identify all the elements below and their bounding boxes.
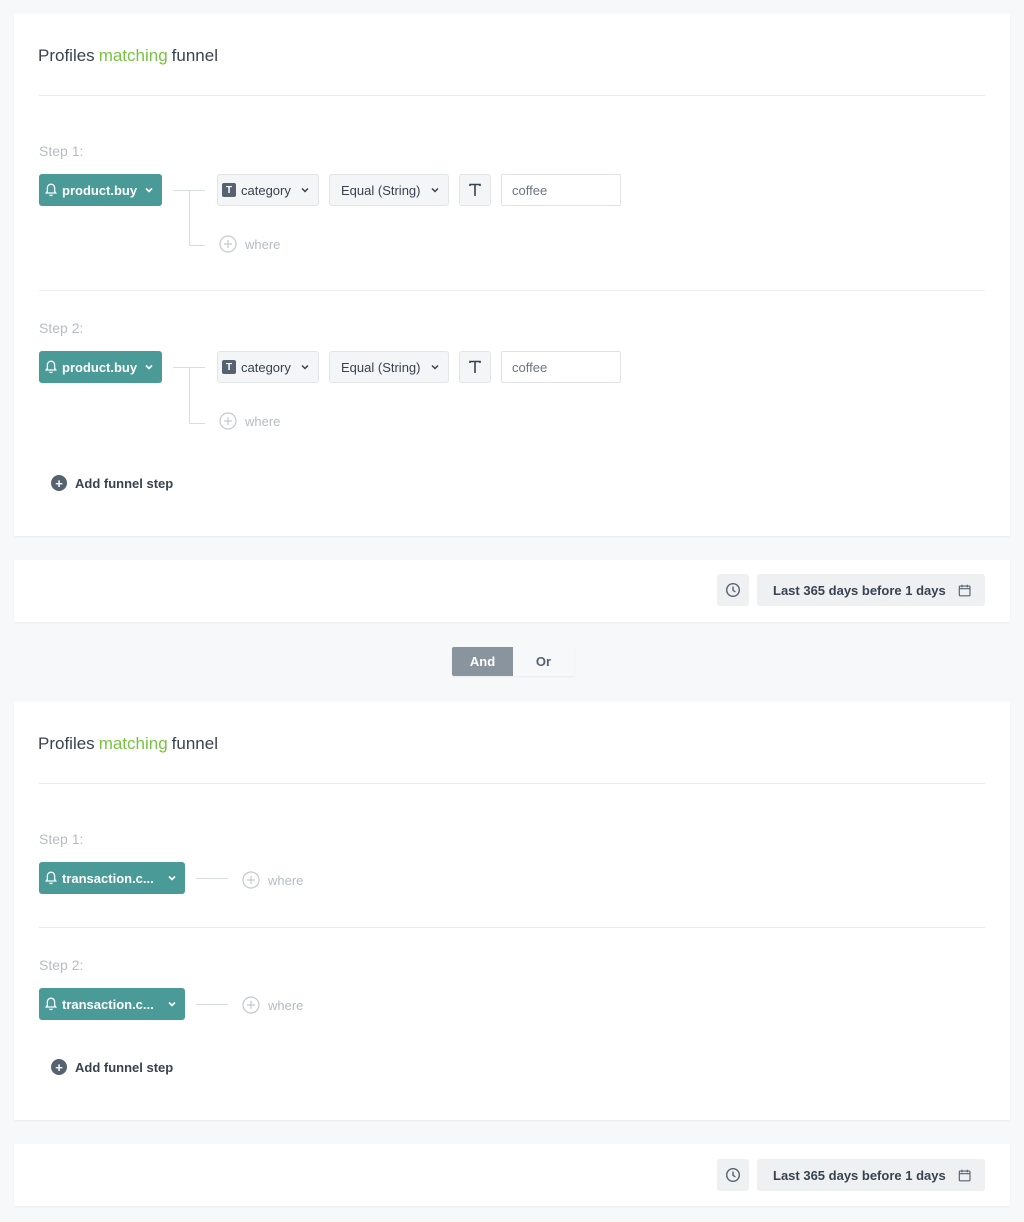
parameter-select[interactable]: T category (217, 351, 319, 383)
step-label: Step 1: (39, 831, 84, 847)
connector-line (196, 878, 228, 879)
value-input[interactable] (501, 174, 621, 206)
chevron-down-icon (431, 187, 439, 193)
date-range-bar: Last 365 days before 1 days (14, 560, 1010, 622)
parameter-name: category (241, 182, 291, 198)
divider (39, 783, 985, 784)
title-word-funnel: funnel (171, 734, 218, 753)
text-type-icon: T (222, 183, 236, 197)
add-step-label: Add funnel step (75, 1059, 174, 1075)
bell-icon (45, 871, 57, 885)
chevron-down-icon (168, 875, 176, 881)
operator-select[interactable]: Equal (String) (329, 174, 449, 206)
and-option[interactable]: And (452, 647, 513, 676)
operator-name: Equal (String) (341, 359, 421, 375)
plus-circle-icon (242, 996, 260, 1014)
calendar-icon (958, 1169, 971, 1181)
add-funnel-step-button[interactable]: + Add funnel step (51, 475, 173, 491)
parameter-select[interactable]: T category (217, 174, 319, 206)
bell-icon (45, 997, 57, 1011)
where-label: where (268, 872, 304, 888)
date-range-bar: Last 365 days before 1 days (14, 1144, 1010, 1206)
event-name: product.buy (62, 359, 138, 375)
funnel-card-2: Profiles matching funnel Step 1: transacti… (14, 702, 1010, 1120)
text-type-icon: T (222, 360, 236, 374)
add-where-button[interactable]: where (219, 235, 280, 253)
title-word-profiles: Profiles (38, 46, 95, 65)
chevron-down-icon (145, 364, 153, 370)
add-funnel-step-button[interactable]: + Add funnel step (51, 1059, 173, 1075)
connector-line (189, 190, 190, 245)
funnel-title: Profiles matching funnel (38, 46, 218, 66)
divider (39, 927, 985, 928)
plus-circle-icon (242, 871, 260, 889)
title-word-profiles: Profiles (38, 734, 95, 753)
value-type-button[interactable] (459, 174, 491, 206)
bell-icon (45, 183, 57, 197)
date-range-button[interactable]: Last 365 days before 1 days (757, 1159, 985, 1191)
chevron-down-icon (168, 1001, 176, 1007)
funnel-title: Profiles matching funnel (38, 734, 218, 754)
logic-toggle: And Or (452, 647, 574, 676)
parameter-name: category (241, 359, 291, 375)
text-type-icon (469, 183, 481, 196)
title-word-matching: matching (98, 46, 168, 65)
clock-button[interactable] (717, 1159, 749, 1191)
event-select[interactable]: transaction.c... (39, 988, 185, 1020)
connector-line (189, 367, 190, 423)
chevron-down-icon (301, 187, 309, 193)
divider (39, 290, 985, 291)
where-label: where (245, 236, 281, 252)
funnel-card-1: Profiles matching funnel Step 1: product.b… (14, 14, 1010, 536)
date-range-button[interactable]: Last 365 days before 1 days (757, 574, 985, 606)
plus-circle-icon (219, 235, 237, 253)
clock-icon (725, 582, 741, 598)
text-type-icon (469, 360, 481, 373)
title-word-funnel: funnel (171, 46, 218, 65)
plus-icon: + (51, 1059, 67, 1075)
where-label: where (268, 997, 304, 1013)
event-select[interactable]: product.buy (39, 351, 162, 383)
connector-line (189, 423, 205, 424)
chevron-down-icon (145, 187, 153, 193)
connector-line (196, 1004, 228, 1005)
chevron-down-icon (431, 364, 439, 370)
calendar-icon (958, 584, 971, 596)
add-where-button[interactable]: where (242, 871, 303, 889)
chevron-down-icon (301, 364, 309, 370)
or-option[interactable]: Or (513, 647, 574, 676)
connector-line (189, 245, 205, 246)
value-type-button[interactable] (459, 351, 491, 383)
step-label: Step 2: (39, 957, 84, 973)
date-range-label: Last 365 days before 1 days (773, 1167, 946, 1183)
clock-icon (725, 1167, 741, 1183)
plus-circle-icon (219, 412, 237, 430)
event-name: product.buy (62, 182, 138, 198)
plus-icon: + (51, 475, 67, 491)
add-where-button[interactable]: where (219, 412, 280, 430)
bell-icon (45, 360, 57, 374)
value-input[interactable] (501, 351, 621, 383)
date-range-label: Last 365 days before 1 days (773, 582, 946, 598)
divider (39, 95, 985, 96)
add-step-label: Add funnel step (75, 475, 174, 491)
operator-name: Equal (String) (341, 182, 421, 198)
event-name: transaction.c... (62, 870, 154, 886)
add-where-button[interactable]: where (242, 996, 303, 1014)
step-label: Step 1: (39, 143, 84, 159)
clock-button[interactable] (717, 574, 749, 606)
event-select[interactable]: transaction.c... (39, 862, 185, 894)
title-word-matching: matching (98, 734, 168, 753)
step-label: Step 2: (39, 320, 84, 336)
event-name: transaction.c... (62, 996, 154, 1012)
event-select[interactable]: product.buy (39, 174, 162, 206)
where-label: where (245, 413, 281, 429)
operator-select[interactable]: Equal (String) (329, 351, 449, 383)
